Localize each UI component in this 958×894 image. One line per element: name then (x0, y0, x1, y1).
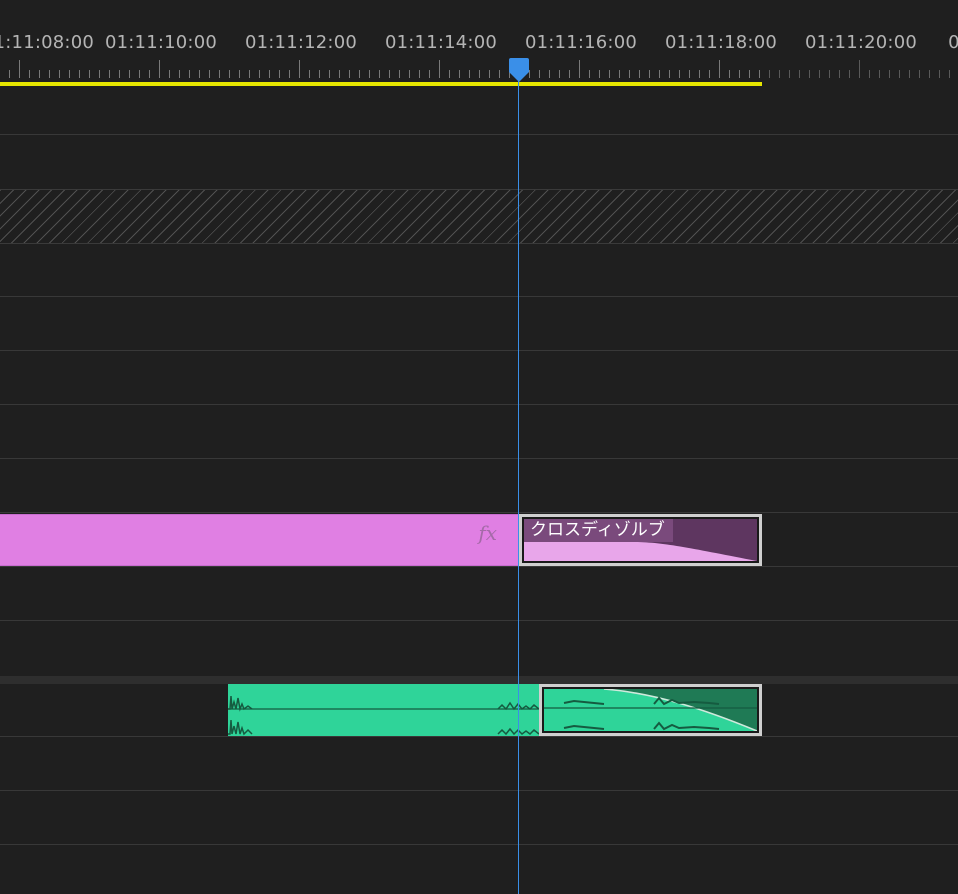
track-divider (0, 134, 958, 135)
timecode-label: 01:11:14:00 (384, 32, 498, 53)
video-clip[interactable]: fx (0, 514, 519, 566)
timecode-label: 01:11:18:00 (664, 32, 778, 53)
timeline-panel[interactable]: 01:11:08:00 01:11:10:00 01:11:12:00 01:1… (0, 0, 958, 894)
audio-waveform (228, 695, 539, 736)
track-divider (0, 790, 958, 791)
audio-clip[interactable] (228, 684, 539, 736)
track-divider (0, 844, 958, 845)
playhead-line[interactable] (518, 66, 519, 894)
timecode-label: 0 (948, 32, 958, 53)
audio-fade-curve (544, 689, 757, 731)
playhead-marker-icon[interactable] (508, 58, 530, 82)
fx-badge-icon: fx (478, 521, 497, 545)
timecode-label: 01:11:20:00 (804, 32, 918, 53)
track-divider (0, 566, 958, 567)
timecode-label: 01:11:10:00 (104, 32, 218, 53)
work-area-bar[interactable] (0, 82, 762, 86)
audio-transition[interactable] (539, 684, 762, 736)
transition-label: クロスディゾルブ (524, 519, 673, 542)
track-divider (0, 296, 958, 297)
track-divider (0, 512, 958, 513)
video-transition[interactable]: クロスディゾルブ (519, 514, 762, 566)
time-ruler[interactable]: 01:11:08:00 01:11:10:00 01:11:12:00 01:1… (0, 0, 958, 86)
disabled-track-area (0, 189, 958, 244)
track-divider (0, 458, 958, 459)
track-divider (0, 350, 958, 351)
track-divider (0, 620, 958, 621)
timecode-label: 01:11:16:00 (524, 32, 638, 53)
ruler-ticks (9, 60, 950, 78)
track-divider (0, 736, 958, 737)
audio-video-divider[interactable] (0, 676, 958, 684)
track-divider (0, 404, 958, 405)
timecode-label: 01:11:08:00 (0, 32, 95, 53)
timecode-label: 01:11:12:00 (244, 32, 358, 53)
